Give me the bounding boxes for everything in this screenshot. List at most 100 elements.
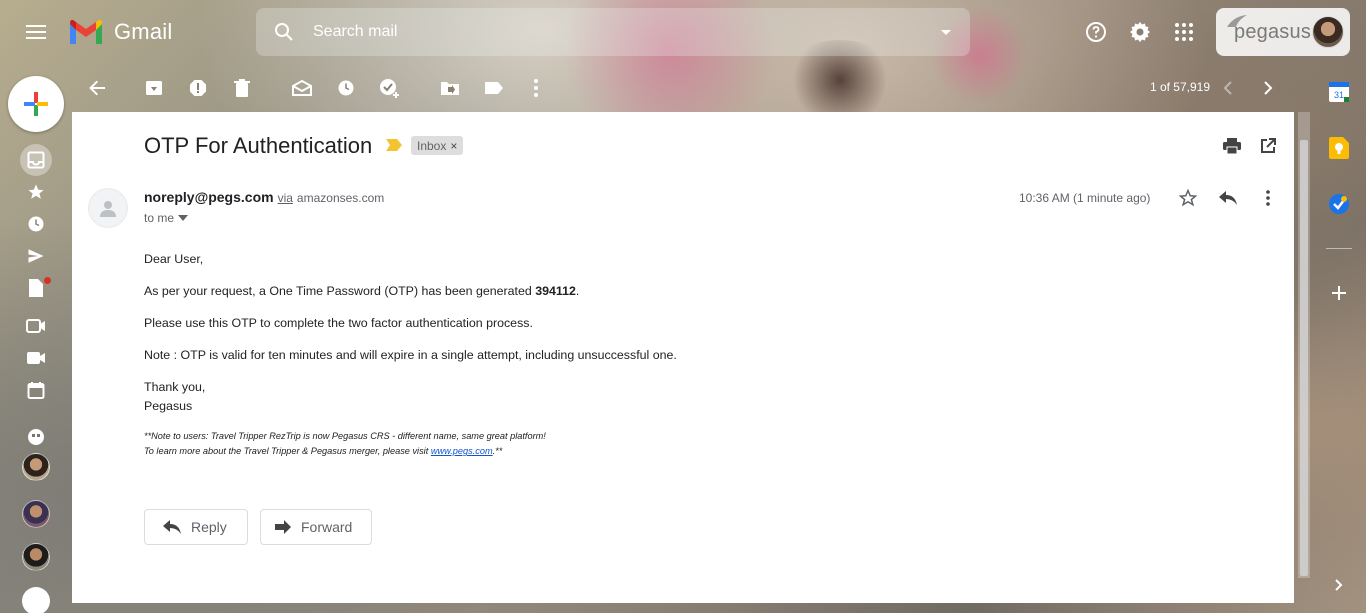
paragraph-text: . bbox=[575, 284, 580, 298]
support-button[interactable] bbox=[1076, 12, 1116, 52]
search-input[interactable] bbox=[313, 20, 913, 44]
move-to-button[interactable] bbox=[434, 72, 466, 104]
reply-icon bbox=[1219, 191, 1237, 205]
sender-email[interactable]: noreply@pegs.com bbox=[144, 189, 274, 205]
account-avatar[interactable] bbox=[1312, 16, 1344, 48]
older-message-button[interactable] bbox=[1252, 72, 1284, 104]
label-tag-icon bbox=[485, 82, 503, 94]
gmail-m-icon bbox=[70, 19, 102, 44]
email-signature: Pegasus bbox=[144, 399, 193, 413]
forward-action-button[interactable]: Forward bbox=[260, 509, 372, 545]
search-bar[interactable] bbox=[256, 8, 970, 56]
spam-icon bbox=[190, 80, 206, 96]
star-outline-icon bbox=[1179, 189, 1197, 207]
back-to-inbox-button[interactable] bbox=[82, 72, 114, 104]
drafts-notification-dot bbox=[44, 277, 51, 284]
calendar-day: 31 bbox=[1334, 90, 1344, 100]
more-actions-button[interactable] bbox=[520, 72, 552, 104]
clock-icon bbox=[28, 216, 44, 232]
add-task-icon bbox=[380, 79, 399, 98]
sender-info: noreply@pegs.com via amazonses.com bbox=[144, 189, 384, 205]
recipient-details-toggle[interactable]: to me bbox=[144, 211, 189, 225]
gmail-wordmark: Gmail bbox=[114, 19, 173, 44]
compose-plus-icon bbox=[24, 92, 48, 116]
archive-button[interactable] bbox=[138, 72, 170, 104]
via-domain: amazonses.com bbox=[296, 191, 385, 205]
nav-inbox[interactable] bbox=[20, 144, 52, 176]
print-all-button[interactable] bbox=[1220, 134, 1244, 158]
paragraph-text: As per your request, a One Time Password… bbox=[144, 284, 536, 298]
search-icon[interactable] bbox=[272, 20, 296, 44]
plus-icon bbox=[1332, 286, 1346, 300]
nav-meet-new[interactable] bbox=[20, 310, 52, 342]
snooze-button[interactable] bbox=[330, 72, 362, 104]
hamburger-menu-icon bbox=[26, 25, 46, 39]
message-timestamp: 10:36 AM (1 minute ago) bbox=[1019, 191, 1151, 205]
tasks-check-icon bbox=[1329, 194, 1349, 214]
message-scrollbar[interactable] bbox=[1298, 112, 1310, 578]
sender-avatar[interactable] bbox=[88, 188, 128, 228]
settings-button[interactable] bbox=[1120, 12, 1160, 52]
email-footnote: To learn more about the Travel Tripper &… bbox=[144, 444, 502, 459]
get-add-ons-button[interactable] bbox=[1327, 281, 1351, 305]
remove-label-button[interactable]: × bbox=[450, 139, 457, 153]
help-icon bbox=[1086, 22, 1106, 42]
main-menu-button[interactable] bbox=[16, 12, 56, 52]
nav-meet-join[interactable] bbox=[20, 342, 52, 374]
email-footnote: **Note to users: Travel Tripper RezTrip … bbox=[144, 431, 546, 441]
keep-lightbulb-icon bbox=[1329, 137, 1349, 159]
newer-message-button[interactable] bbox=[1212, 72, 1244, 104]
more-message-options-button[interactable] bbox=[1256, 186, 1280, 210]
contact-avatar[interactable] bbox=[22, 453, 50, 481]
reply-action-button[interactable]: Reply bbox=[144, 509, 248, 545]
delete-button[interactable] bbox=[226, 72, 258, 104]
open-in-new-window-button[interactable] bbox=[1256, 134, 1280, 158]
search-options-dropdown-icon[interactable] bbox=[934, 20, 958, 44]
labels-button[interactable] bbox=[478, 72, 510, 104]
account-switcher[interactable]: pegasus bbox=[1216, 8, 1350, 56]
default-person-icon bbox=[100, 201, 116, 217]
send-icon bbox=[28, 249, 44, 263]
move-folder-icon bbox=[441, 82, 459, 95]
mark-unread-button[interactable] bbox=[286, 72, 318, 104]
contact-avatar[interactable] bbox=[22, 543, 50, 571]
reply-icon bbox=[163, 520, 181, 534]
nav-starred[interactable] bbox=[20, 176, 52, 208]
reply-button[interactable] bbox=[1216, 186, 1240, 210]
nav-snoozed[interactable] bbox=[20, 208, 52, 240]
compose-button[interactable] bbox=[8, 76, 64, 132]
google-apps-button[interactable] bbox=[1164, 12, 1204, 52]
pegs-website-link[interactable]: www.pegs.com bbox=[431, 446, 493, 456]
contact-avatar[interactable] bbox=[22, 587, 50, 613]
nav-sent[interactable] bbox=[20, 240, 52, 272]
chevron-right-icon bbox=[1335, 579, 1343, 591]
reply-label: Reply bbox=[191, 519, 227, 535]
chevron-down-icon bbox=[178, 215, 189, 221]
email-subject: OTP For Authentication bbox=[144, 133, 373, 158]
scrollbar-thumb[interactable] bbox=[1300, 140, 1308, 576]
importance-marker-icon[interactable] bbox=[386, 139, 402, 151]
gear-icon bbox=[1130, 22, 1150, 42]
inbox-label-chip: Inbox × bbox=[411, 136, 464, 155]
star-message-button[interactable] bbox=[1176, 186, 1200, 210]
via-link[interactable]: via bbox=[278, 191, 293, 205]
print-icon bbox=[1223, 138, 1241, 154]
more-vert-icon bbox=[1266, 190, 1270, 206]
inbox-icon bbox=[27, 151, 45, 169]
forward-icon bbox=[275, 520, 291, 534]
google-keep-button[interactable] bbox=[1327, 136, 1351, 160]
report-spam-button[interactable] bbox=[182, 72, 214, 104]
contact-avatar[interactable] bbox=[22, 500, 50, 528]
nav-meetings[interactable] bbox=[20, 374, 52, 406]
open-in-new-icon bbox=[1261, 138, 1276, 153]
archive-icon bbox=[146, 81, 162, 95]
calendar-app-icon: 31 bbox=[1329, 82, 1349, 102]
add-to-tasks-button[interactable] bbox=[374, 72, 406, 104]
nav-hangouts[interactable] bbox=[20, 421, 52, 453]
google-tasks-button[interactable] bbox=[1327, 192, 1351, 216]
google-calendar-button[interactable]: 31 bbox=[1327, 80, 1351, 104]
email-signoff: Thank you, bbox=[144, 380, 206, 394]
message-panel: OTP For Authentication Inbox × noreply@p… bbox=[72, 112, 1294, 603]
gmail-logo[interactable]: Gmail bbox=[68, 16, 172, 48]
show-side-panel-button[interactable] bbox=[1327, 573, 1351, 597]
